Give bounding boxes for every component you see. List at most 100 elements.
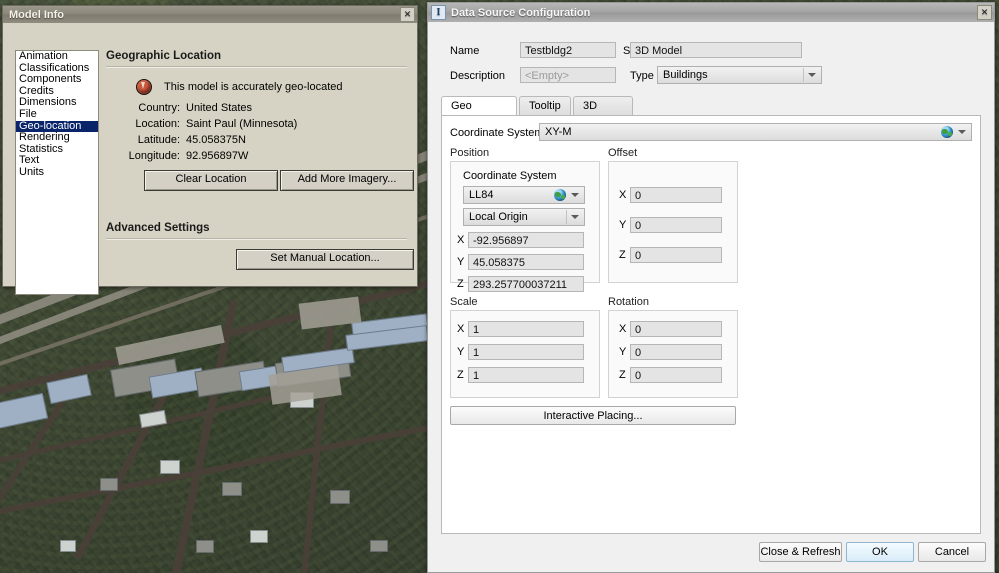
close-icon[interactable]: ✕ [977,5,992,20]
chevron-down-icon [958,130,966,134]
rotation-x-input[interactable]: 0 [630,321,722,337]
model-info-body: Animation Classifications Components Credit… [3,23,417,295]
type-label: Type [630,70,654,82]
scale-z-axis-label: Z [457,369,464,381]
geo-field-label: Latitude: [137,134,180,146]
add-more-imagery-button[interactable]: Add More Imagery... [280,170,414,191]
sidebar-item-units[interactable]: Units [16,166,98,179]
position-origin-select[interactable]: Local Origin [463,208,585,226]
sidebar-item-rendering[interactable]: Rendering [16,132,98,144]
scale-group-label: Scale [450,296,478,308]
position-coordinate-system-label: Coordinate System [463,170,557,182]
geo-location-panel: Coordinate System XY-M Position Coordina… [441,115,981,534]
description-input[interactable]: <Empty> [520,67,616,83]
coordinate-system-label: Coordinate System [450,127,544,139]
offset-y-row: Y 0 [619,217,722,233]
name-label: Name [450,45,480,57]
geo-field-value: 45.058375N [186,134,246,146]
set-manual-location-button[interactable]: Set Manual Location... [236,249,414,270]
close-icon[interactable]: ✕ [400,7,415,22]
chevron-down-icon [571,193,579,197]
map-building [222,482,242,496]
offset-x-input[interactable]: 0 [630,187,722,203]
position-coordinate-system-value: LL84 [469,189,494,201]
scale-y-axis-label: Y [457,346,465,358]
globe-icon [554,189,566,201]
rotation-y-row: Y 0 [619,344,722,360]
dialog-button-bar: Close & Refresh OK Cancel [428,536,994,572]
map-building [160,460,180,474]
offset-z-row: Z 0 [619,247,722,263]
offset-y-axis-label: Y [619,219,627,231]
cancel-button[interactable]: Cancel [918,542,986,562]
offset-y-input[interactable]: 0 [630,217,722,233]
scale-y-row: Y 1 [457,344,584,360]
scale-y-input[interactable]: 1 [468,344,584,360]
offset-z-input[interactable]: 0 [630,247,722,263]
close-and-refresh-button[interactable]: Close & Refresh [759,542,842,562]
model-info-content: Geographic Location This model is accura… [106,50,414,276]
geo-field-value: United States [186,102,253,114]
info-icon: I [431,5,446,20]
data-source-title: Data Source Configuration [451,6,591,19]
scale-x-row: X 1 [457,321,584,337]
geo-status-text: This model is accurately geo-located [164,81,343,93]
rotation-y-axis-label: Y [619,346,627,358]
scale-z-input[interactable]: 1 [468,367,584,383]
sidebar-item-animation[interactable]: Animation [16,51,98,63]
map-building [60,540,76,552]
geo-field-label: Country: [138,102,180,114]
geo-field-label: Location: [135,118,180,130]
offset-group: X 0 Y 0 Z 0 [608,161,738,283]
rotation-z-row: Z 0 [619,367,722,383]
tab-3d-model[interactable]: 3D Model [573,96,633,131]
rotation-group: X 0 Y 0 Z 0 [608,310,738,398]
ok-button[interactable]: OK [846,542,914,562]
position-x-row: X -92.956897 [457,232,584,248]
map-building [370,540,388,552]
position-coordinate-system-select[interactable]: LL84 [463,186,585,204]
scale-x-input[interactable]: 1 [468,321,584,337]
rotation-x-row: X 0 [619,321,722,337]
geo-location-icon [136,79,152,95]
data-source-titlebar[interactable]: I Data Source Configuration ✕ [428,3,994,22]
model-info-window[interactable]: Model Info ✕ Animation Classifications Com… [2,5,418,295]
model-info-titlebar[interactable]: Model Info ✕ [3,6,417,23]
position-z-row: Z 293.257700037211 [457,276,584,292]
offset-z-axis-label: Z [619,249,626,261]
type-select[interactable]: Buildings [657,66,822,84]
clear-location-button[interactable]: Clear Location [144,170,278,191]
tabs[interactable]: Geo Location Tooltip 3D Model [441,96,981,131]
position-z-input[interactable]: 293.257700037211 [468,276,584,292]
offset-x-axis-label: X [619,189,627,201]
tab-tooltip[interactable]: Tooltip [519,96,571,116]
scale-group: X 1 Y 1 Z 1 [450,310,600,398]
map-building [250,530,268,543]
map-building [196,540,214,553]
map-building [100,478,118,491]
advanced-settings-heading: Advanced Settings [106,222,210,234]
position-y-row: Y 45.058375 [457,254,584,270]
rotation-x-axis-label: X [619,323,627,335]
type-select-value: Buildings [663,69,708,81]
tab-geo-location[interactable]: Geo Location [441,96,517,131]
rotation-group-label: Rotation [608,296,649,308]
data-source-configuration-window[interactable]: I Data Source Configuration ✕ Name Testb… [427,2,995,573]
geo-field-value: Saint Paul (Minnesota) [186,118,298,130]
rotation-y-input[interactable]: 0 [630,344,722,360]
position-x-input[interactable]: -92.956897 [468,232,584,248]
position-z-axis-label: Z [457,278,464,290]
map-building [330,490,350,504]
name-input[interactable]: Testbldg2 [520,42,616,58]
geo-field-row: Location: Saint Paul (Minnesota) [106,118,407,130]
source-input[interactable]: 3D Model [630,42,802,58]
offset-group-label: Offset [608,147,638,159]
rotation-z-input[interactable]: 0 [630,367,722,383]
chevron-down-icon [808,73,816,77]
geographic-location-heading: Geographic Location [106,50,222,62]
coordinate-system-select[interactable]: XY-M [539,123,972,141]
model-info-category-list[interactable]: Animation Classifications Components Credit… [15,50,99,295]
sidebar-item-file[interactable]: File [16,108,98,121]
interactive-placing-button[interactable]: Interactive Placing... [450,406,736,425]
position-y-input[interactable]: 45.058375 [468,254,584,270]
